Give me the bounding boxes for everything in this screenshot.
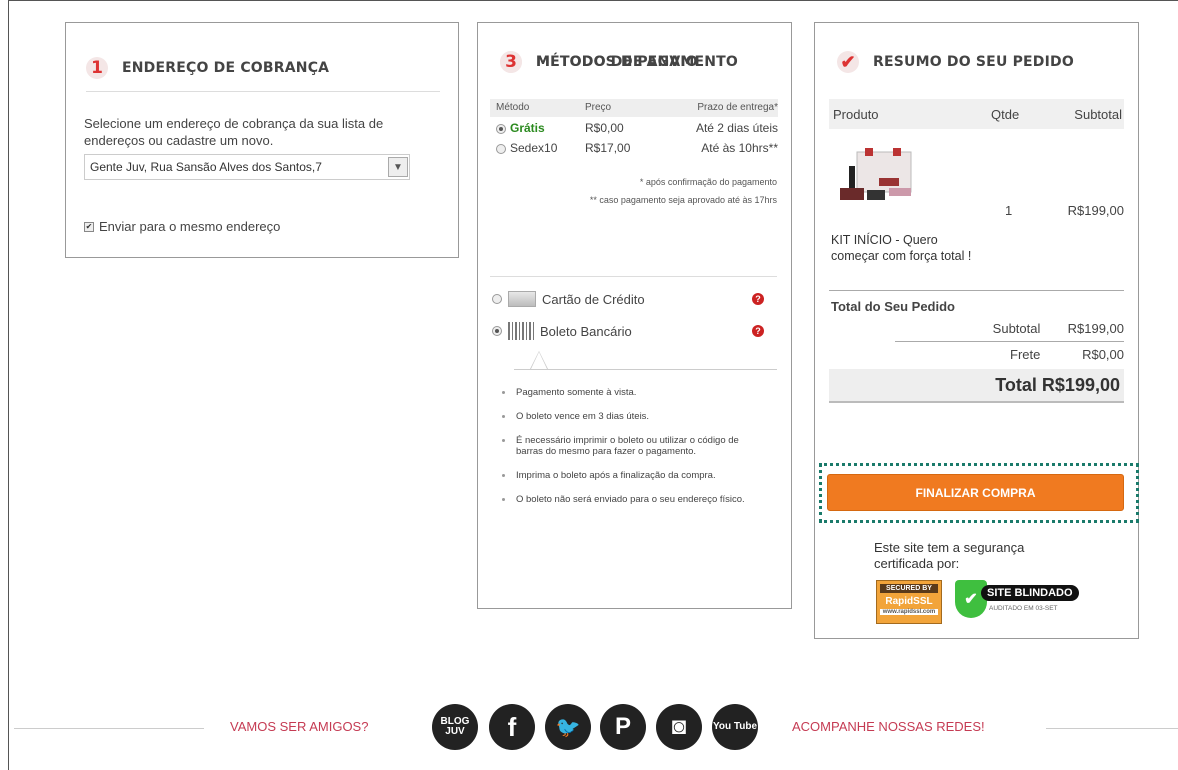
payment-option-boleto[interactable]: Boleto Bancário ? [492,321,780,341]
twitter-icon[interactable]: 🐦 [545,704,591,750]
same-address-checkbox[interactable]: ✔ Enviar para o mesmo endereço [84,219,280,234]
payment-option-label: Cartão de Crédito [542,291,645,307]
security-text: Este site tem a segurança certificada po… [874,540,1025,571]
column-qty: Qtde [991,107,1020,122]
step-number: 3 [500,51,522,73]
barcode-icon [508,322,534,340]
blindado-sub: AUDITADO EM 03-SET [989,605,1058,612]
facebook-icon[interactable]: f [489,704,535,750]
divider [829,290,1124,291]
radio-selected-icon[interactable] [492,326,502,336]
instagram-icon[interactable]: ◙ [656,704,702,750]
step-number: 1 [86,57,108,79]
rapidssl-name: RapidSSL [885,596,933,607]
summary-table-header: Produto Qtde Subtotal [829,99,1124,129]
payment-option-credit-card[interactable]: Cartão de Crédito ? [492,289,780,309]
shipping-price: R$0,00 [585,121,624,135]
blog-icon[interactable]: BLOG JUV [432,704,478,750]
divider [86,91,440,92]
list-item: O boleto vence em 3 dias úteis. [500,411,760,422]
address-select-value: Gente Juv, Rua Sansão Alves dos Santos,7 [90,160,322,174]
youtube-icon[interactable]: You Tube [712,704,758,750]
item-name[interactable]: KIT INÍCIO - Quero começar com força tot… [831,232,981,264]
shipping-option-free[interactable]: Grátis R$0,00 Até 2 dias úteis [490,119,778,137]
column-method: Método [496,102,530,113]
shipping-payment-panel: 2 MÉTODOS DE ENVIO Método Preço Prazo de… [477,22,792,609]
payment-header: 3 MÉTODO DE PAGAMENTO [500,51,738,73]
rapidssl-top: SECURED BY [880,584,938,593]
subtotal-label: Subtotal [992,321,1041,336]
billing-description: Selecione um endereço de cobrança da sua… [84,116,384,148]
item-qty: 1 [1005,203,1013,218]
blindado-label: SITE BLINDADO [981,585,1079,601]
shipping-label: Frete [1010,347,1041,362]
rapidssl-url: www.rapidssl.com [880,609,938,615]
address-select[interactable]: Gente Juv, Rua Sansão Alves dos Santos,7… [84,154,410,180]
totals-title: Total do Seu Pedido [831,299,955,314]
payment-option-label: Boleto Bancário [540,323,632,339]
help-icon[interactable]: ? [752,293,764,305]
divider [514,369,777,370]
pinterest-icon[interactable]: P [600,704,646,750]
shipping-option-sedex10[interactable]: Sedex10 R$17,00 Até às 10hrs** [490,139,778,157]
product-image[interactable] [835,148,925,208]
shipping-value: R$0,00 [1082,347,1124,362]
billing-title: ENDEREÇO DE COBRANÇA [122,60,330,76]
shield-icon: ✔ [955,580,987,618]
shipping-row: Frete R$0,00 [960,347,1124,362]
column-subtotal: Subtotal [1074,107,1122,122]
shipping-deadline: Até 2 dias úteis [695,121,778,135]
subtotal-row: Subtotal R$199,00 [960,321,1124,336]
column-product: Produto [833,107,879,122]
column-deadline: Prazo de entrega* [697,102,778,113]
chevron-down-icon[interactable]: ▼ [388,157,408,177]
footer-right-text: ACOMPANHE NOSSAS REDES! [792,719,985,734]
divider [490,276,777,277]
checkmark-icon: ✔ [837,51,859,73]
divider [895,341,1124,342]
summary-header: ✔ RESUMO DO SEU PEDIDO [837,51,1074,73]
shipping-table-header: Método Preço Prazo de entrega* [490,99,778,117]
pointer-arrow [530,351,548,369]
site-blindado-badge[interactable]: ✔ SITE BLINDADO AUDITADO EM 03-SET [955,580,1087,620]
credit-card-icon [508,291,536,307]
summary-title: RESUMO DO SEU PEDIDO [873,54,1074,70]
radio-selected-icon[interactable] [496,124,506,134]
shipping-note-2: ** caso pagamento seja aprovado até às 1… [589,195,777,205]
shipping-method: Sedex10 [510,141,558,155]
subtotal-value: R$199,00 [1067,321,1124,336]
billing-header: 1 ENDEREÇO DE COBRANÇA [86,57,329,79]
shipping-price: R$17,00 [585,141,631,155]
order-total: Total R$199,00 [829,369,1124,403]
footer-divider [1046,728,1178,729]
list-item: O boleto não será enviado para o seu end… [500,494,760,505]
rapidssl-badge[interactable]: SECURED BY RapidSSL www.rapidssl.com [876,580,942,624]
billing-panel: 1 ENDEREÇO DE COBRANÇA Selecione um ende… [65,22,459,258]
list-item: Pagamento somente à vista. [500,387,760,398]
shipping-method: Grátis [510,121,545,135]
list-item: É necessário imprimir o boleto ou utiliz… [500,435,760,457]
radio-icon[interactable] [496,144,506,154]
checkbox-icon[interactable]: ✔ [84,221,94,232]
same-address-label: Enviar para o mesmo endereço [99,219,281,234]
finalize-purchase-button[interactable]: FINALIZAR COMPRA [827,474,1124,511]
shipping-deadline: Até às 10hrs** [701,141,778,155]
payment-title: MÉTODO DE PAGAMENTO [536,54,739,70]
item-subtotal: R$199,00 [1067,203,1124,218]
footer-divider [14,728,204,729]
footer-left-text: VAMOS SER AMIGOS? [230,719,369,734]
column-price: Preço [585,102,612,113]
radio-icon[interactable] [492,294,502,304]
help-icon[interactable]: ? [752,325,764,337]
shipping-note-1: * após confirmação do pagamento [639,177,777,187]
boleto-info-list: Pagamento somente à vista. O boleto venc… [500,387,760,518]
list-item: Imprima o boleto após a finalização da c… [500,470,760,481]
